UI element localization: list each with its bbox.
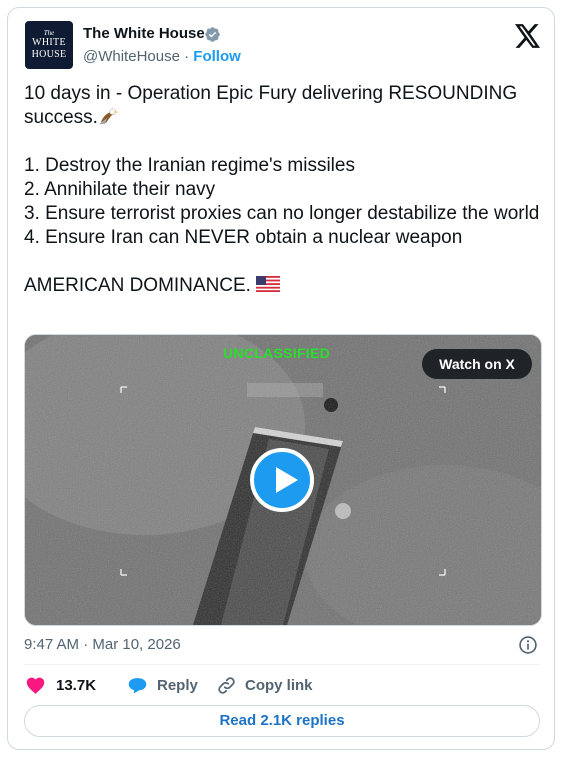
tweet-text: 10 days in - Operation Epic Fury deliver… [24,82,544,298]
verified-badge-icon [205,27,220,42]
handle-separator: · [184,48,190,65]
reply-button[interactable]: Reply [127,675,207,697]
eagle-emoji-icon [98,108,118,124]
link-icon [218,677,235,694]
tweet-line-1: 10 days in - Operation Epic Fury deliver… [24,82,544,130]
divider [24,664,540,665]
video-overlay-label: UNCLASSIFIED [223,345,331,361]
author-name[interactable]: The White House [83,25,205,43]
tweet-card: The WHITE HOUSE The White House @WhiteHo… [7,7,555,750]
like-button[interactable]: 13.7K [25,675,105,697]
info-icon[interactable] [518,635,538,655]
heart-icon [26,677,45,694]
avatar-text-line1: The [43,29,55,37]
copy-link-button[interactable]: Copy link [216,675,326,697]
video-player[interactable]: UNCLASSIFIED Watch on X [24,334,542,626]
tweet-closing: AMERICAN DOMINANCE. [24,274,544,298]
avatar-text-line3: HOUSE [31,49,67,60]
handle-row: @WhiteHouse · Follow [83,48,241,66]
like-count: 13.7K [56,677,97,694]
play-icon[interactable] [250,448,314,512]
list-item: 2. Annihilate their navy [24,179,216,200]
tweet-closing-text: AMERICAN DOMINANCE. [24,275,251,296]
avatar[interactable]: The WHITE HOUSE [25,21,73,69]
read-replies-button[interactable]: Read 2.1K replies [24,705,540,737]
copy-link-label: Copy link [245,677,313,694]
x-logo-icon[interactable] [515,24,541,48]
tweet-timestamp[interactable]: 9:47 AM · Mar 10, 2026 [24,636,181,654]
avatar-text-line2: WHITE [32,37,66,48]
us-flag-emoji-icon [256,276,281,292]
list-item: 4. Ensure Iran can NEVER obtain a nuclea… [24,227,463,248]
list-item: 1. Destroy the Iranian regime's missiles [24,155,355,176]
play-triangle [276,467,298,493]
follow-button[interactable]: Follow [193,48,241,65]
watch-on-x-button[interactable]: Watch on X [422,349,532,379]
reply-label: Reply [157,677,198,694]
reply-bubble-icon [128,678,147,694]
author-handle[interactable]: @WhiteHouse [83,48,180,65]
list-item: 3. Ensure terrorist proxies can no longe… [24,203,540,224]
